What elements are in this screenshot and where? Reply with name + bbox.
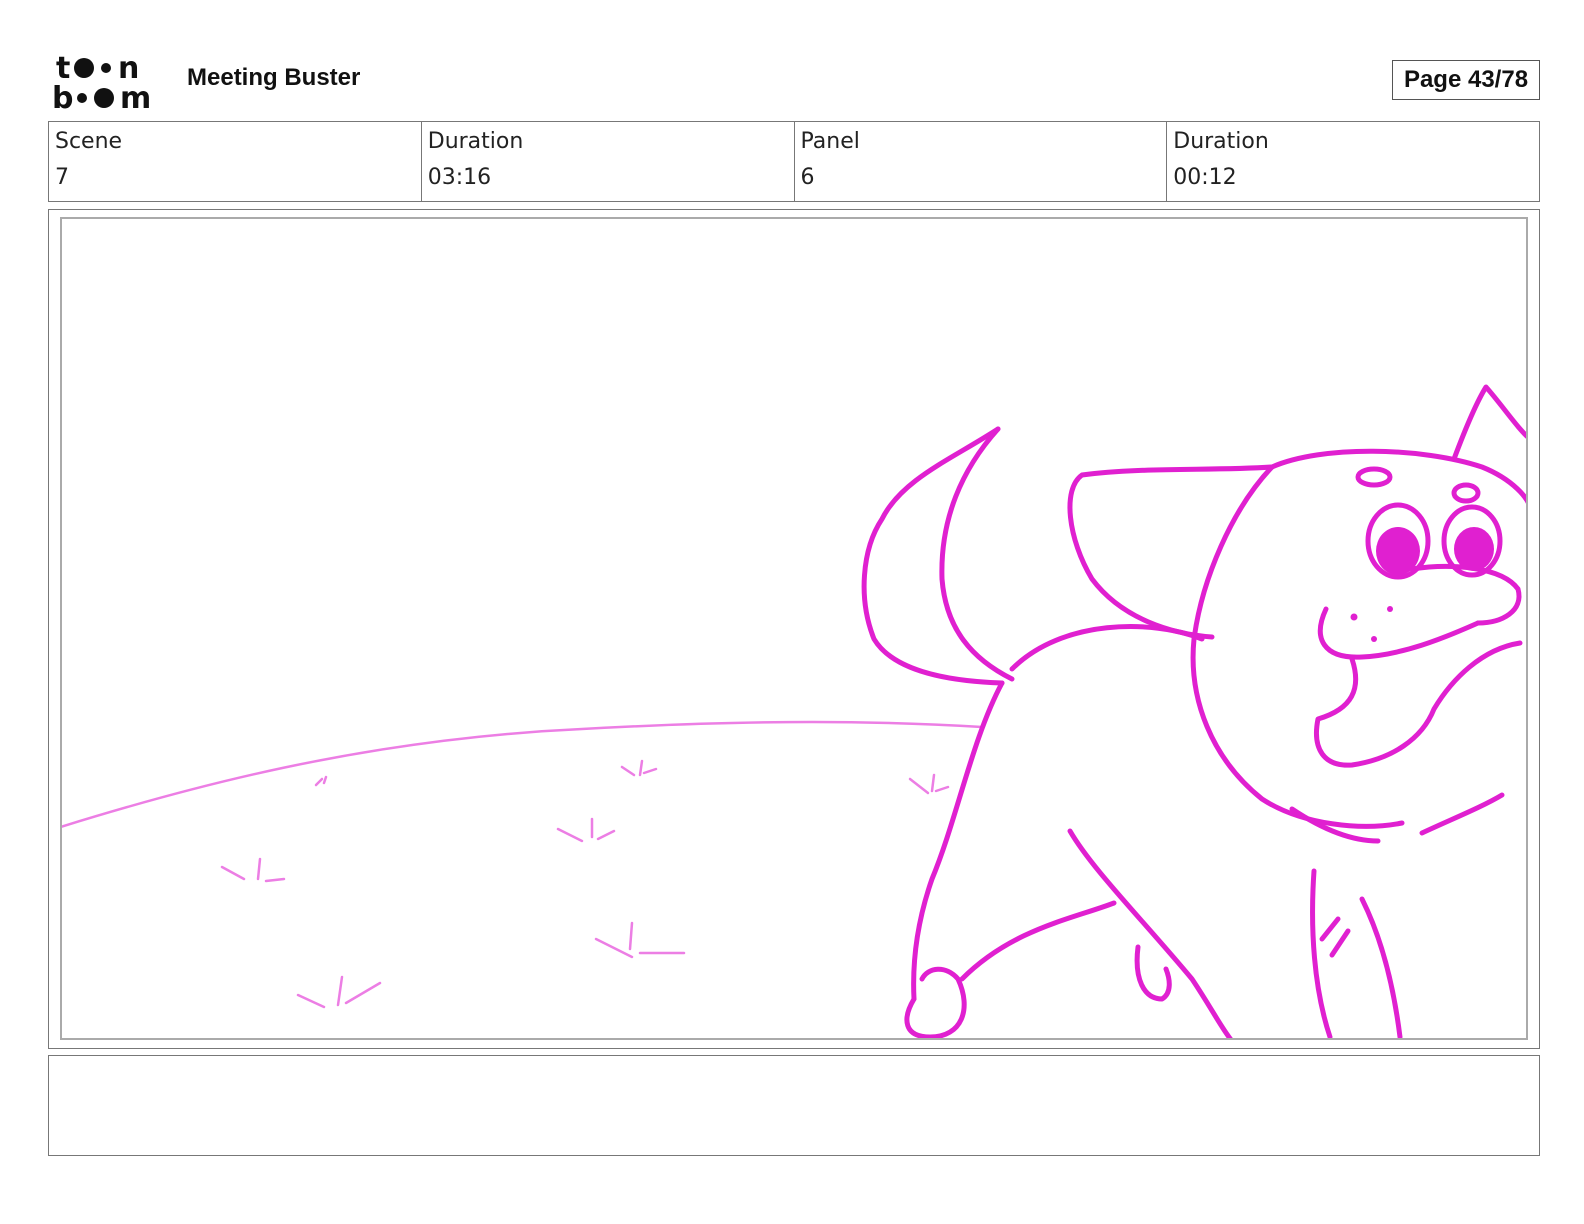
dog-snout — [1317, 606, 1481, 660]
dog-nostril — [1371, 636, 1377, 642]
dog-nostril — [1350, 613, 1358, 621]
dog-tail — [861, 426, 1005, 686]
dog-ear — [1067, 464, 1275, 640]
scene-duration-value: 03:16 — [427, 165, 492, 190]
dog-leg-fur — [1319, 916, 1351, 958]
dog-leg — [959, 900, 1117, 982]
page-indicator: Page 43/78 — [1392, 60, 1540, 100]
scene-cell: Scene 7 — [49, 122, 421, 201]
dog-pupil-right — [1454, 527, 1494, 571]
grass-tuft — [908, 773, 950, 795]
dog-tail-inner — [939, 426, 1015, 682]
storyboard-panel — [48, 209, 1540, 1049]
grass-tuft — [556, 817, 616, 843]
scene-duration-label: Duration — [427, 129, 524, 154]
dog-chin-fur — [1289, 792, 1505, 844]
panel-label: Panel — [800, 129, 860, 154]
horizon-line — [62, 720, 984, 828]
svg-text:m: m — [120, 81, 151, 112]
grass-tuft — [594, 921, 686, 959]
ground-sketch — [62, 720, 984, 1009]
panel-frame — [60, 217, 1528, 1040]
dog-ear-right — [1451, 384, 1526, 462]
dog-head — [1269, 448, 1526, 505]
dog-sketch-drawing — [62, 384, 1526, 1038]
dog-mouth — [1314, 640, 1523, 768]
panel-duration-value: 00:12 — [1173, 165, 1237, 190]
dog-belly — [1067, 828, 1233, 1038]
scene-value: 7 — [55, 165, 69, 190]
dog-character — [861, 384, 1526, 1038]
dog-hind-paw — [1134, 944, 1172, 1002]
scene-duration-cell: Duration 03:16 — [420, 122, 794, 201]
dog-brow — [1355, 466, 1393, 488]
grass-tuft — [314, 775, 328, 787]
scene-info-table: Scene 7 Duration 03:16 Panel 6 Duration … — [48, 121, 1540, 202]
panel-duration-cell: Duration 00:12 — [1166, 122, 1539, 201]
toonboom-logo: t n b m — [52, 51, 151, 112]
panel-cell: Panel 6 — [793, 122, 1167, 201]
dog-front-leg — [1310, 868, 1403, 1038]
dog-brow — [1451, 482, 1481, 504]
svg-text:b: b — [52, 81, 73, 112]
panel-duration-label: Duration — [1173, 129, 1269, 154]
grass-tuft — [220, 857, 286, 883]
panel-caption-box — [48, 1055, 1540, 1156]
document-title: Meeting Buster — [187, 64, 361, 91]
scene-label: Scene — [55, 129, 123, 154]
dog-pupil-left — [1376, 527, 1420, 575]
panel-value: 6 — [800, 165, 815, 190]
dog-nostril — [1387, 606, 1393, 612]
dog-body — [911, 680, 1005, 1002]
grass-tuft — [620, 759, 658, 777]
grass-tuft — [296, 975, 382, 1009]
